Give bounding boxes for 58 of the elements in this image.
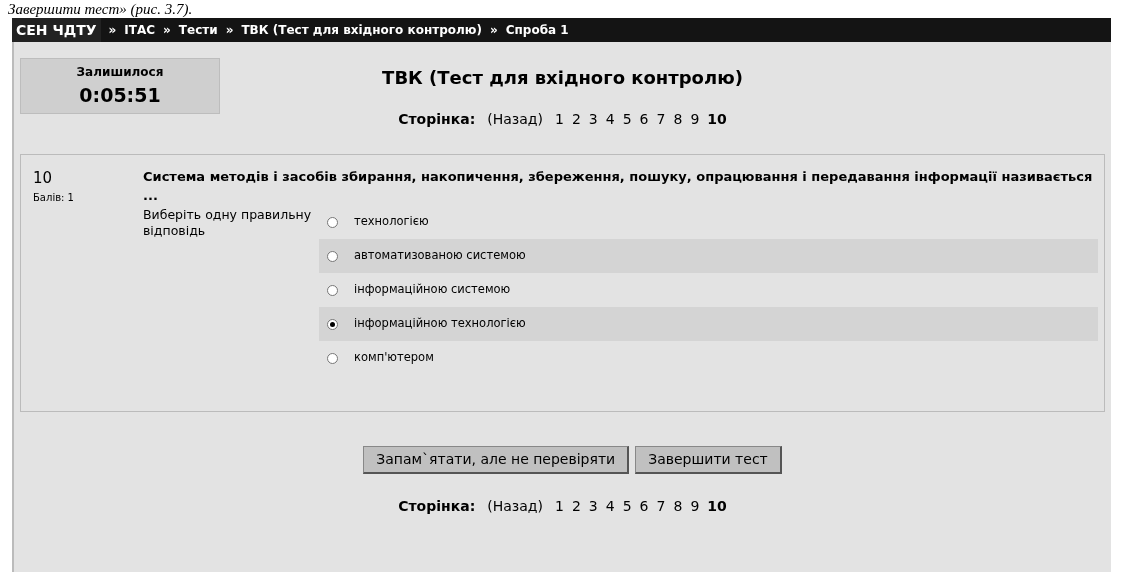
breadcrumb-separator: » xyxy=(108,22,117,39)
timer-label: Залишилося xyxy=(76,63,164,81)
page-link[interactable]: 9 xyxy=(690,496,700,517)
form-button[interactable]: Запам`ятати, але не перевіряти xyxy=(363,446,630,474)
site-home-link[interactable]: СЕН ЧДТУ xyxy=(12,18,101,42)
radio-button[interactable] xyxy=(327,284,338,296)
radio-button[interactable] xyxy=(327,250,338,262)
page-link[interactable]: 1 xyxy=(555,109,564,130)
quiz-title: ТВК (Тест для вхідного контролю) xyxy=(382,66,743,90)
page-link[interactable]: 5 xyxy=(622,109,632,130)
answer-prompt: Виберіть одну правильну відповідь xyxy=(143,206,313,240)
page-link[interactable]: 7 xyxy=(656,496,666,517)
page-link[interactable]: 8 xyxy=(673,109,683,130)
answer-option[interactable]: інформаційною системою xyxy=(319,273,1098,307)
answer-option[interactable]: комп'ютером xyxy=(319,341,1098,375)
answer-label: автоматизованою системою xyxy=(354,247,526,265)
answer-label: технологією xyxy=(354,213,429,231)
page-link[interactable]: 8 xyxy=(673,496,683,517)
page-link[interactable]: 1 xyxy=(555,496,564,517)
pager-label: Сторінка: xyxy=(398,110,476,129)
page-link[interactable]: 10 xyxy=(707,109,727,130)
breadcrumb-separator: » xyxy=(225,22,234,39)
previous-link[interactable]: (Назад) xyxy=(487,496,543,517)
answer-label: інформаційною технологією xyxy=(354,315,526,333)
question-number: 10 xyxy=(33,168,54,189)
page-link[interactable]: 3 xyxy=(588,109,598,130)
page-link[interactable]: 2 xyxy=(571,496,581,517)
page-link[interactable]: 4 xyxy=(605,109,615,130)
page-link[interactable]: 2 xyxy=(571,109,581,130)
pager-label: Сторінка: xyxy=(398,497,476,516)
answer-label: інформаційною системою xyxy=(354,281,511,299)
page-link[interactable]: 6 xyxy=(639,109,649,130)
answer-option[interactable]: автоматизованою системою xyxy=(319,239,1098,273)
page-link[interactable]: 6 xyxy=(639,496,649,517)
page-link[interactable]: 3 xyxy=(588,496,598,517)
page-link[interactable]: 9 xyxy=(690,109,700,130)
breadcrumb-link[interactable]: Спроба 1 xyxy=(505,21,569,39)
radio-button[interactable] xyxy=(327,352,338,364)
answer-option[interactable]: інформаційною технологією xyxy=(319,307,1098,341)
page-link[interactable]: 4 xyxy=(605,496,615,517)
answer-label: комп'ютером xyxy=(354,349,434,367)
breadcrumb-link[interactable]: ТВК (Тест для вхідного контролю) xyxy=(241,21,482,39)
form-button[interactable]: Завершити тест xyxy=(635,446,782,474)
page-link[interactable]: 10 xyxy=(707,496,727,517)
question-text: Система методів і засобів збирання, накопичення, збереження, пошуку, опрацювання і передавання інформації називається ... xyxy=(143,168,1094,205)
breadcrumb-link[interactable]: Тести xyxy=(178,21,218,39)
radio-button[interactable] xyxy=(327,318,338,330)
radio-button[interactable] xyxy=(327,216,338,228)
question-grade: Балів: 1 xyxy=(33,190,75,205)
breadcrumb-separator: » xyxy=(163,22,171,39)
breadcrumb-link[interactable]: ІТАС xyxy=(124,21,156,39)
breadcrumb-separator: » xyxy=(489,22,498,39)
timer-value: 0:05:51 xyxy=(79,82,161,108)
previous-link[interactable]: (Назад) xyxy=(487,109,543,130)
page-link[interactable]: 5 xyxy=(622,496,632,517)
document-text: Завершити тест» (рис. 3.7). xyxy=(8,0,193,18)
page-link[interactable]: 7 xyxy=(656,109,666,130)
answer-option[interactable]: технологією xyxy=(319,205,1098,239)
